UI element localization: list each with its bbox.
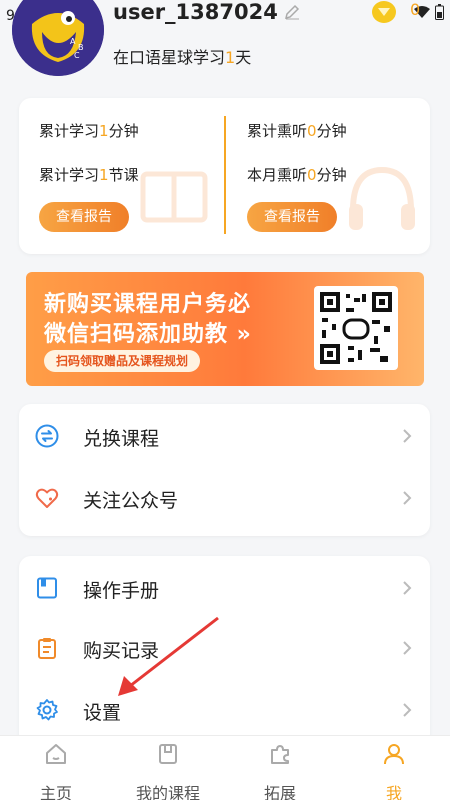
tab-home[interactable]: 主页 [0,736,112,800]
tab-label-home: 主页 [39,784,72,800]
clipboard-icon [38,638,56,659]
coin-icon [372,1,396,23]
qr-code-image [314,286,398,370]
bottom-tab-bar: 主页 我的课程 拓展 我 [0,735,450,800]
menu-label-purchase: 购买记录 [83,640,160,662]
banner-headline: 新购买课程用户务必 [44,292,252,317]
coin-count: 0 [410,0,421,19]
tab-expand[interactable]: 拓展 [224,736,336,800]
username: user_1387024 [113,0,278,24]
stat-listen-month: 本月熏听0分钟 [247,166,347,184]
menu-label-manual: 操作手册 [83,580,160,602]
chevron-right-icon [403,429,412,443]
tab-label-courses: 我的课程 [135,784,200,800]
chevron-right-icon [403,491,412,505]
chevron-right-icon [403,581,412,595]
banner-pill: 扫码领取赠品及课程规划 [44,350,201,372]
home-icon [46,744,66,764]
svg-text:C: C [74,51,80,60]
gear-icon [36,699,58,721]
view-report-button-listen[interactable]: 查看报告 [247,202,337,232]
book-decoration-icon [140,171,208,223]
coin-badge[interactable] [372,0,400,24]
battery-icon [435,4,444,20]
headphones-decoration-icon [349,166,415,230]
avatar[interactable]: A B C [12,0,104,76]
heart-icon [35,488,59,508]
learning-stats-card: 累计学习1分钟 累计学习1节课 查看报告 累计熏听0分钟 本月熏听0分钟 查看报… [19,98,430,254]
menu-label-redeem: 兑换课程 [83,428,160,450]
stat-study-minutes: 累计学习1分钟 [39,122,139,140]
tab-label-expand: 拓展 [263,784,296,800]
chevron-right-icon [403,703,412,717]
tab-label-me: 我 [385,784,402,800]
tab-my-courses[interactable]: 我的课程 [112,736,224,800]
tab-me[interactable]: 我 [338,736,450,800]
svg-text:A: A [70,37,76,46]
study-days-tagline: 在口语星球学习1天 [113,44,251,68]
tagline-suffix: 天 [235,48,252,67]
menu-item-purchase-history[interactable]: 购买记录 [19,618,430,678]
stats-divider [224,116,226,234]
edit-icon[interactable] [284,4,300,20]
puzzle-icon [271,745,289,764]
menu-item-redeem-course[interactable]: 兑换课程 [19,406,430,466]
menu-item-follow-account[interactable]: 关注公众号 [19,468,430,528]
view-report-button-study[interactable]: 查看报告 [39,202,129,232]
wechat-assistant-banner[interactable]: 新购买课程用户务必 微信扫码添加助教 » 扫码领取赠品及课程规划 [26,272,424,386]
menu-label-settings: 设置 [83,702,122,724]
person-icon [384,744,404,765]
banner-subheadline: 微信扫码添加助教 » [44,322,252,347]
menu-group-2: 操作手册 购买记录 设置 [19,556,430,746]
menu-group-1: 兑换课程 关注公众号 [19,404,430,536]
stat-listen-total: 累计熏听0分钟 [247,122,347,140]
stat-study-lessons: 累计学习1节课 [39,166,139,184]
book-icon [37,577,57,599]
exchange-icon [35,424,59,448]
monster-avatar-icon: A B C [12,0,104,76]
study-days-count: 1 [225,48,236,67]
menu-item-settings[interactable]: 设置 [19,680,430,740]
menu-label-follow: 关注公众号 [83,490,179,512]
course-icon [159,744,177,764]
tagline-prefix: 在口语星球学习 [113,48,226,67]
chevron-right-icon [403,641,412,655]
menu-item-manual[interactable]: 操作手册 [19,558,430,618]
qr-code-icon [320,292,392,364]
